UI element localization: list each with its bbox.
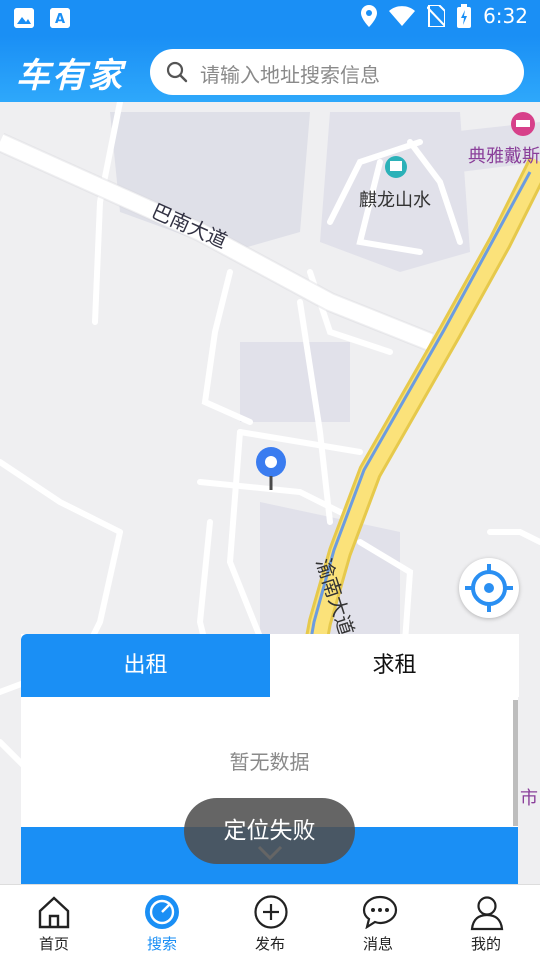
locate-button[interactable] bbox=[459, 558, 519, 618]
map-label-dianya-daisi: 典雅戴斯 bbox=[468, 146, 540, 167]
image-notification-icon bbox=[14, 8, 34, 28]
nav-profile[interactable]: 我的 bbox=[432, 885, 540, 961]
nav-label-home: 首页 bbox=[38, 935, 69, 953]
status-time: 6:32 bbox=[483, 4, 528, 28]
nav-label-publish: 发布 bbox=[254, 935, 285, 953]
home-icon bbox=[38, 896, 70, 929]
user-icon bbox=[470, 896, 504, 931]
nav-publish[interactable]: 发布 bbox=[216, 885, 324, 961]
nav-label-messages: 消息 bbox=[362, 935, 393, 953]
crosshair-icon bbox=[465, 564, 513, 612]
location-status-icon bbox=[361, 5, 378, 27]
nav-messages[interactable]: 消息 bbox=[324, 885, 432, 961]
chat-bubble-icon bbox=[362, 895, 398, 929]
location-pin-icon bbox=[256, 447, 286, 490]
font-notification-icon: A bbox=[50, 8, 70, 28]
radar-search-icon bbox=[145, 895, 179, 929]
map-label-city: 市 bbox=[520, 788, 538, 809]
nav-label-search: 搜索 bbox=[146, 935, 177, 953]
bottom-nav: 首页 搜索 发布 消息 我的 bbox=[0, 884, 540, 961]
tab-seek-rent[interactable]: 求租 bbox=[270, 634, 519, 697]
search-icon bbox=[166, 61, 188, 83]
toast-message: 定位失败 bbox=[184, 798, 355, 864]
search-input[interactable]: 请输入地址搜索信息 bbox=[150, 49, 524, 95]
nav-search[interactable]: 搜索 bbox=[108, 885, 216, 961]
no-sim-icon bbox=[427, 5, 446, 27]
status-bar: A 6:32 bbox=[0, 0, 540, 36]
search-placeholder: 请输入地址搜索信息 bbox=[200, 63, 380, 87]
tab-rent-out[interactable]: 出租 bbox=[21, 634, 270, 697]
svg-text:A: A bbox=[55, 12, 65, 27]
map-label-qilong-shanshui: 麒龙山水 bbox=[359, 190, 431, 211]
battery-icon bbox=[457, 4, 472, 28]
wifi-icon bbox=[389, 6, 416, 26]
brand-logo: 车有家 bbox=[16, 56, 124, 96]
scrollbar[interactable] bbox=[513, 700, 518, 826]
nav-home[interactable]: 首页 bbox=[0, 885, 108, 961]
add-circle-icon bbox=[254, 895, 288, 929]
nav-label-profile: 我的 bbox=[470, 935, 501, 953]
app-header: 车有家 请输入地址搜索信息 bbox=[0, 36, 540, 102]
